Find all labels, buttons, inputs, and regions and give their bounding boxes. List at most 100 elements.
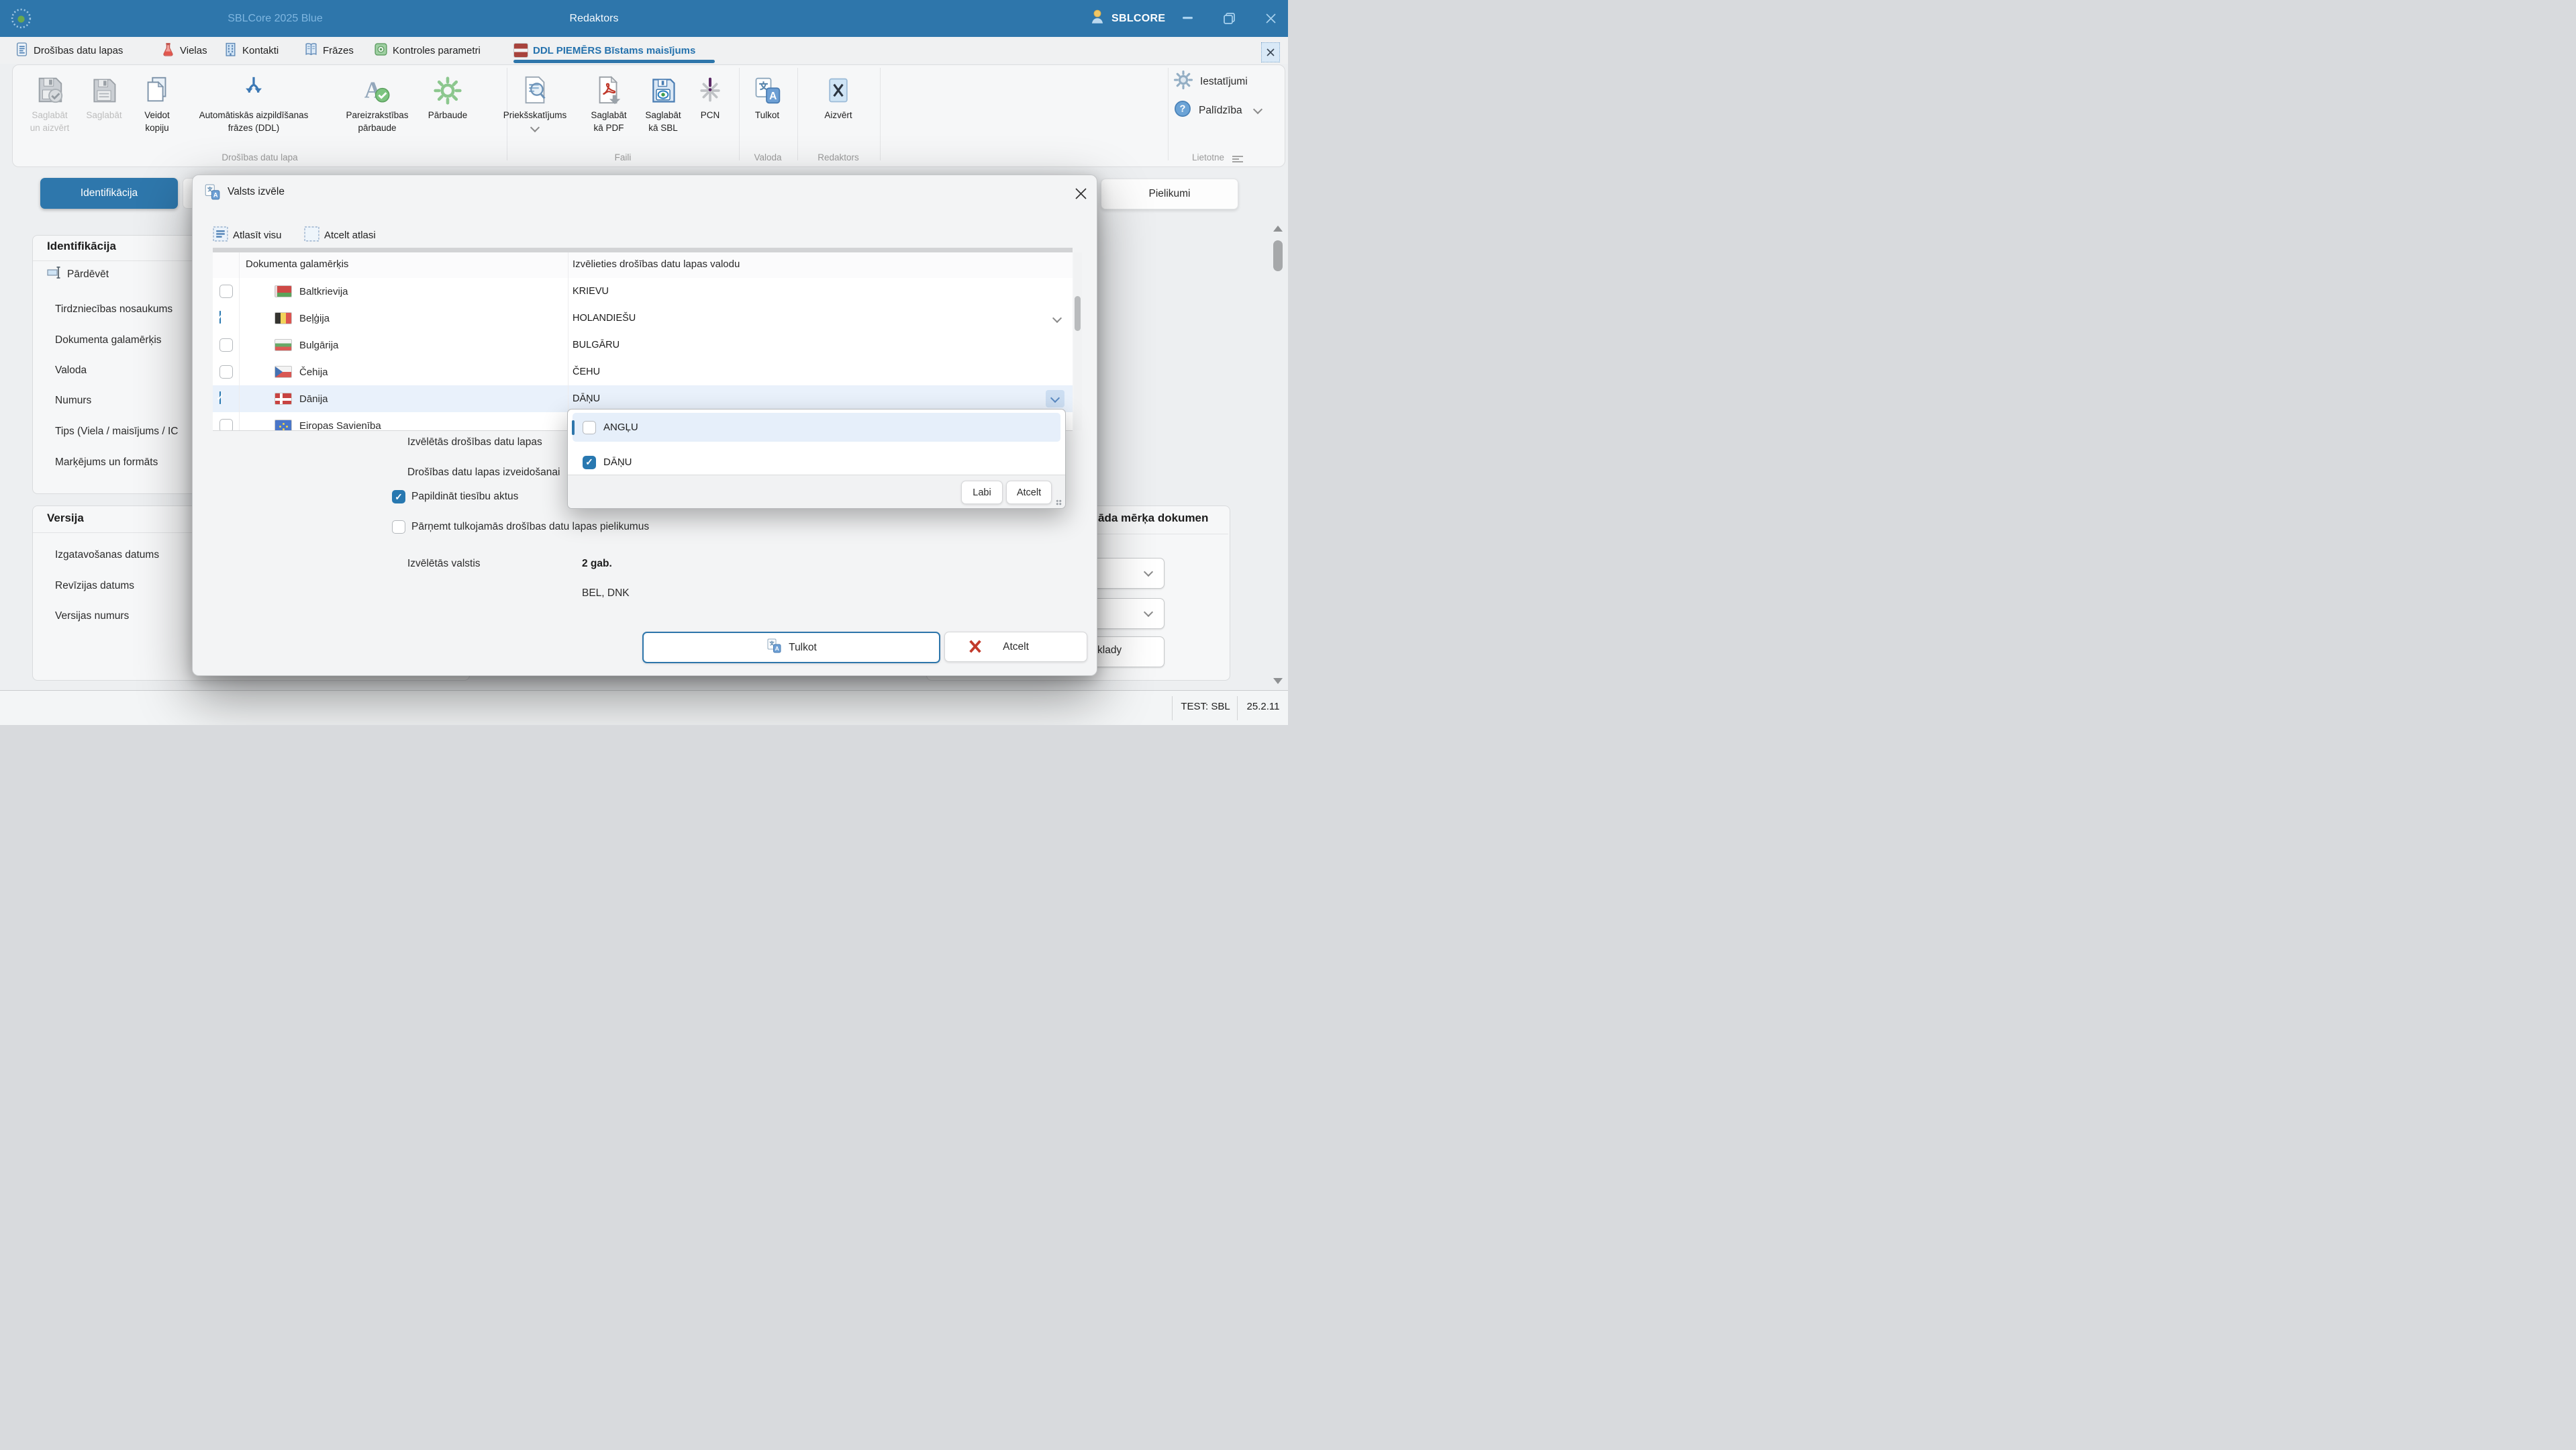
field-value-partial: klady (1097, 644, 1122, 657)
translate-button-ribbon[interactable]: A Tulkot (744, 68, 791, 122)
country-name: Baltkrievija (299, 286, 348, 297)
save-icon (77, 68, 131, 105)
denmark-flag-icon (275, 393, 292, 405)
row-checkbox[interactable] (219, 391, 221, 404)
toolbar-label: Atcelt atlasi (324, 230, 376, 241)
eu-flag-icon (275, 420, 292, 431)
user-account-label[interactable]: SBLCORE (1111, 13, 1165, 25)
table-header-row: Dokumenta galamērķis Izvēlieties drošība… (213, 252, 1073, 279)
column-header-language[interactable]: Izvēlieties drošības datu lapas valodu (573, 258, 740, 270)
main-scrollbar-thumb[interactable] (1273, 240, 1283, 271)
close-tab-button[interactable] (1261, 42, 1280, 62)
module-tab-bar: Drošības datu lapas Vielas Kontakti Frāz… (0, 37, 1288, 64)
language-value[interactable]: HOLANDIEŠU (573, 305, 636, 332)
pcn-button[interactable]: PCN (690, 68, 730, 122)
column-header-destination[interactable]: Dokumenta galamērķis (246, 258, 348, 270)
table-row[interactable]: Bulgārija BULGĀRU (213, 332, 1073, 359)
table-row[interactable]: Beļģija HOLANDIEŠU (213, 305, 1073, 332)
document-list-icon (15, 42, 29, 59)
scroll-up-icon[interactable] (1273, 226, 1283, 232)
settings-button[interactable]: Iestatījumi (1173, 70, 1248, 93)
minimize-button[interactable] (1176, 7, 1199, 30)
dialog-close-icon[interactable] (1071, 183, 1091, 203)
language-value[interactable]: DĀŅU (573, 385, 600, 412)
attachments-option[interactable]: Pārņemt tulkojamās drošības datu lapas p… (392, 520, 649, 534)
rename-icon (47, 264, 63, 284)
table-row[interactable]: Baltkrievija KRIEVU (213, 278, 1073, 305)
checkbox-label: Pārņemt tulkojamās drošības datu lapas p… (411, 521, 649, 533)
tab-control-parameters[interactable]: Kontroles parametri (374, 37, 481, 64)
panel-title-partial: āda mērķa dokumen (1098, 512, 1208, 525)
help-label: Palīdzība (1199, 105, 1242, 117)
close-editor-button[interactable]: Aizvērt (811, 68, 865, 122)
tab-phrases[interactable]: Frāzes (304, 37, 354, 64)
field-label: Tirdzniecības nosaukums (55, 303, 172, 316)
app-logo-icon (9, 6, 34, 34)
autofill-phrases-button[interactable]: Automātiskās aizpildīšanas frāzes (DDL) (177, 68, 331, 134)
save-and-close-button[interactable]: Saglabāt un aizvērt (13, 68, 87, 134)
field-label: Dokumenta galamērķis (55, 334, 162, 346)
main-scrollbar[interactable] (1272, 222, 1284, 691)
editor-tab-attachments[interactable]: Pielikumi (1101, 179, 1238, 209)
row-checkbox[interactable] (219, 338, 233, 352)
rename-button[interactable]: Pārdēvēt (47, 264, 109, 284)
deselect-all-button[interactable]: Atcelt atlasi (304, 226, 376, 244)
button-label: Atcelt (1003, 641, 1029, 653)
language-value[interactable]: BULGĀRU (573, 332, 620, 358)
scroll-down-icon[interactable] (1273, 678, 1283, 684)
resize-grip[interactable] (1056, 499, 1062, 505)
maximize-button[interactable] (1218, 7, 1240, 30)
row-checkbox[interactable] (219, 311, 221, 324)
preview-button[interactable]: Priekšskatījums (485, 68, 585, 134)
save-as-pdf-button[interactable]: Saglabāt kā PDF (579, 68, 639, 134)
attachments-checkbox[interactable] (392, 520, 405, 534)
table-scrollbar-thumb[interactable] (1075, 296, 1081, 331)
language-value[interactable]: ČEHU (573, 358, 600, 385)
close-window-button[interactable] (1259, 7, 1282, 30)
option-checkbox[interactable] (583, 421, 596, 434)
translate-icon: A (744, 68, 791, 105)
button-label: kā SBL (633, 122, 693, 134)
dialog-cancel-button[interactable]: Atcelt (944, 632, 1087, 662)
ribbon-options-icon[interactable] (1232, 154, 1243, 166)
language-dropdown-panel: ANGĻU DĀŅU Labi Atcelt (567, 409, 1066, 509)
button-label: pārbaude (324, 122, 431, 134)
field-label: Numurs (55, 395, 91, 407)
bulgaria-flag-icon (275, 339, 292, 351)
dropdown-ok-button[interactable]: Labi (961, 481, 1003, 504)
row-checkbox[interactable] (219, 285, 233, 298)
panel-title: Versija (47, 512, 84, 525)
ribbon-group-label: Lietotne (1192, 152, 1224, 162)
dropdown-cancel-button[interactable]: Atcelt (1006, 481, 1052, 504)
select-all-button[interactable]: Atlasīt visu (213, 226, 282, 244)
tab-substances[interactable]: Vielas (161, 37, 207, 64)
dropdown-option[interactable]: DĀŅU (573, 448, 1060, 477)
tab-contacts[interactable]: Kontakti (224, 37, 279, 64)
row-checkbox[interactable] (219, 419, 233, 431)
tab-safety-data-sheets[interactable]: Drošības datu lapas (15, 37, 123, 64)
toolbar-label: Atlasīt visu (233, 230, 282, 241)
spellcheck-button[interactable]: A Pareizrakstības pārbaude (324, 68, 431, 134)
language-dropdown-open-button[interactable] (1046, 390, 1064, 407)
help-button[interactable]: ? Palīdzība (1173, 99, 1261, 122)
chevron-down-icon[interactable] (1052, 313, 1062, 323)
editor-tab-identification[interactable]: Identifikācija (40, 178, 178, 209)
legal-acts-checkbox[interactable] (392, 490, 405, 503)
row-checkbox[interactable] (219, 365, 233, 379)
table-row[interactable]: Čehija ČEHU (213, 358, 1073, 386)
button-label: Automātiskās aizpildīšanas (177, 109, 331, 122)
save-as-sbl-button[interactable]: Saglabāt kā SBL (633, 68, 693, 134)
field-label: Marķējums un formāts (55, 456, 158, 469)
table-scrollbar[interactable] (1074, 252, 1082, 430)
belarus-flag-icon (275, 285, 292, 297)
legal-acts-option[interactable]: Papildināt tiesību aktus (392, 490, 518, 503)
dialog-translate-button[interactable]: A Tulkot (642, 632, 940, 663)
save-button[interactable]: Saglabāt (77, 68, 131, 122)
gear-green-icon (417, 68, 478, 105)
field-label: Tips (Viela / maisījums / IC (55, 426, 196, 438)
tab-label: Drošības datu lapas (34, 45, 123, 56)
dropdown-option[interactable]: ANGĻU (573, 413, 1060, 442)
check-button[interactable]: Pārbaude (417, 68, 478, 122)
option-checkbox[interactable] (583, 456, 596, 469)
language-value[interactable]: KRIEVU (573, 278, 609, 305)
